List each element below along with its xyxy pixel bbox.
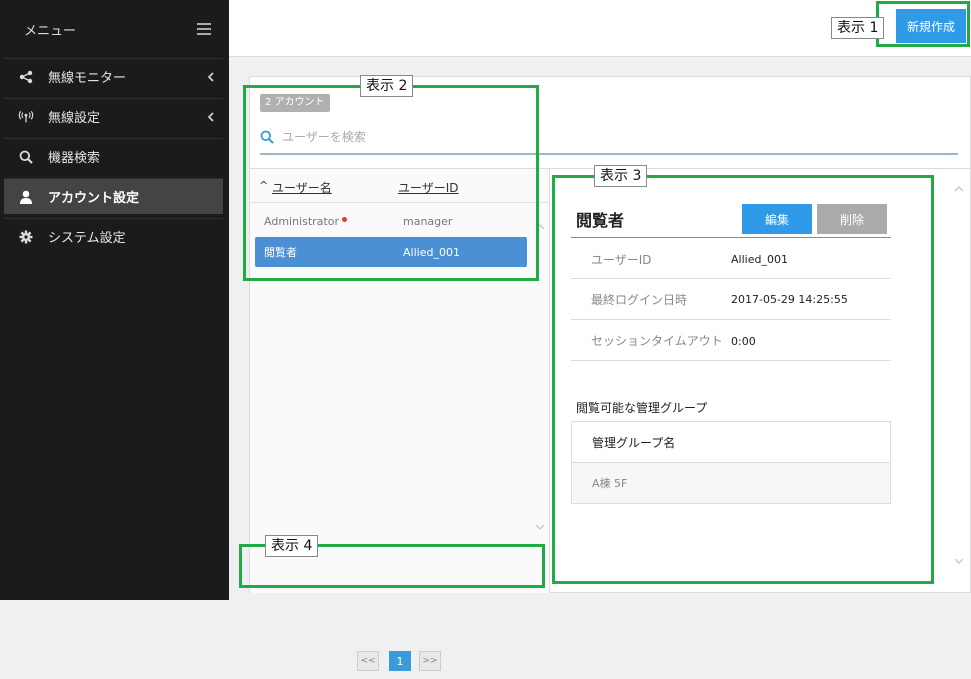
user-icon [18,189,34,205]
sidebar: メニュー 無線モニター 無線設定 機器検索 アカウント設定 システム設定 [0,0,229,600]
sort-ascending-icon: ^ [259,179,269,192]
column-header-userid[interactable]: ユーザーID [398,179,459,196]
next-page-button[interactable]: >> [419,651,441,671]
gear-icon [18,229,34,245]
account-detail: 閲覧者 編集 削除 ユーザーID Allied_001 最終ログイン日時 201… [551,169,971,593]
divider [571,278,891,279]
detail-title: 閲覧者 [576,211,625,230]
prev-page-button[interactable]: << [357,651,379,671]
group-section-heading: 閲覧可能な管理グループ [576,401,708,415]
field-value-last-login: 2017-05-29 14:25:55 [731,293,848,306]
menu-title: メニュー [24,23,77,39]
divider [571,319,891,320]
required-dot-icon [342,216,347,222]
hamburger-menu-icon[interactable] [197,23,211,35]
sidebar-item-label: 無線設定 [48,111,101,126]
pagination: << 1 >> [250,639,550,679]
field-label-userid: ユーザーID [591,253,652,267]
menu-header: メニュー [0,0,229,58]
annotation-label-3: 表示 3 [594,165,648,187]
sidebar-item-wireless-settings[interactable]: 無線設定 [4,98,223,134]
sidebar-item-account-settings[interactable]: アカウント設定 [4,178,223,214]
wireless-icon [18,109,34,125]
annotation-label-1: 表示 1 [831,17,885,39]
chevron-left-icon [207,112,214,122]
sidebar-item-system-settings[interactable]: システム設定 [4,218,223,254]
delete-button[interactable]: 削除 [817,204,887,234]
scroll-down-icon[interactable] [534,521,546,533]
sidebar-item-label: システム設定 [48,231,126,246]
user-search-input[interactable] [282,130,882,144]
field-label-last-login: 最終ログイン日時 [591,293,688,307]
row-username: Administrator [264,215,347,228]
row-userid: Allied_001 [403,245,460,259]
divider [571,237,891,238]
group-column-header: 管理グループ名 [572,422,890,463]
divider [571,360,891,361]
search-icon [260,130,274,144]
search-area: 2 アカウント [250,77,971,169]
scroll-up-icon[interactable] [953,183,965,195]
sidebar-item-label: 機器検索 [48,151,101,166]
scroll-down-icon[interactable] [953,555,965,567]
annotation-label-4: 表示 4 [265,535,319,557]
table-row[interactable]: Administrator manager [255,206,527,236]
group-row: A棟 5F [592,477,628,490]
search-field[interactable] [260,121,958,155]
field-label-session-timeout: セッションタイムアウト [591,334,723,348]
page-1-button[interactable]: 1 [389,651,411,671]
scroll-up-icon[interactable] [534,221,546,233]
group-table: 管理グループ名 A棟 5F [571,421,891,504]
annotation-label-2: 表示 2 [360,75,414,97]
sidebar-item-device-search[interactable]: 機器検索 [4,138,223,174]
table-row[interactable]: 閲覧者 Allied_001 [255,237,527,267]
new-account-button[interactable]: 新規作成 [896,9,966,43]
row-username: 閲覧者 [264,246,297,259]
account-count-badge: 2 アカウント [260,94,330,112]
sidebar-item-label: アカウント設定 [48,191,140,206]
column-header-username[interactable]: ユーザー名 [272,179,332,196]
share-icon [18,69,34,85]
account-list: ^ ユーザー名 ユーザーID Administrator manager 閲覧者… [250,169,550,671]
chevron-left-icon [207,72,214,82]
field-value-session-timeout: 0:00 [731,335,756,348]
account-panel: 2 アカウント ^ ユーザー名 ユーザーID Administrator man… [249,76,971,671]
row-userid: manager [403,214,453,228]
search-icon [18,149,34,165]
account-list-header: ^ ユーザー名 ユーザーID [250,169,550,203]
field-value-userid: Allied_001 [731,253,788,266]
sidebar-item-wireless-monitor[interactable]: 無線モニター [4,58,223,94]
sidebar-item-label: 無線モニター [48,71,127,86]
edit-button[interactable]: 編集 [742,204,812,234]
